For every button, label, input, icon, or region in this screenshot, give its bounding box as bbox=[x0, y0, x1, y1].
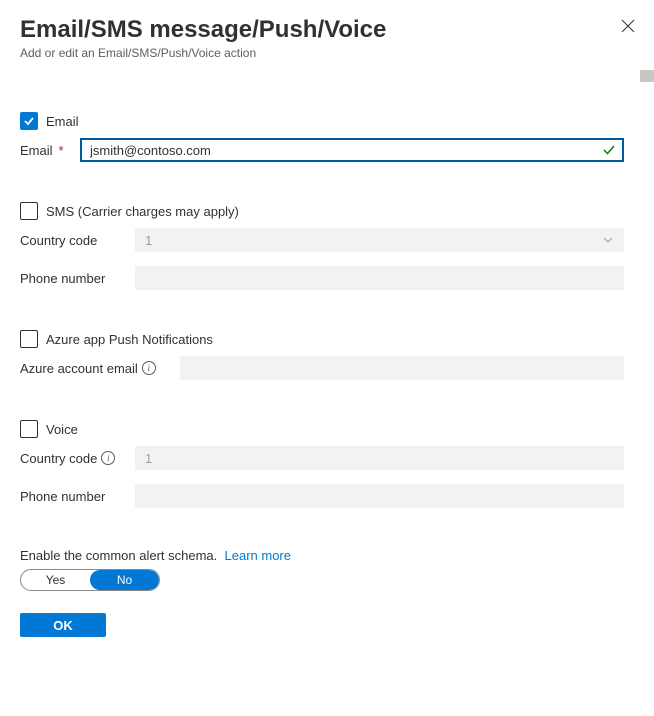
page-title: Email/SMS message/Push/Voice bbox=[20, 16, 634, 44]
sms-section: SMS (Carrier charges may apply) Country … bbox=[20, 202, 624, 290]
push-account-label: Azure account email i bbox=[20, 361, 180, 376]
voice-phone-label: Phone number bbox=[20, 489, 135, 504]
info-icon[interactable]: i bbox=[142, 361, 156, 375]
info-icon[interactable]: i bbox=[101, 451, 115, 465]
checkmark-icon bbox=[23, 115, 35, 127]
scrollbar-track[interactable] bbox=[640, 70, 654, 716]
push-checkbox[interactable] bbox=[20, 330, 38, 348]
chevron-down-icon bbox=[602, 234, 614, 246]
scrollbar-up-indicator bbox=[640, 70, 654, 82]
email-checkbox[interactable] bbox=[20, 112, 38, 130]
close-icon bbox=[621, 19, 635, 33]
push-section: Azure app Push Notifications Azure accou… bbox=[20, 330, 624, 380]
voice-checkbox-label: Voice bbox=[46, 422, 78, 437]
email-input[interactable] bbox=[80, 138, 624, 162]
sms-checkbox[interactable] bbox=[20, 202, 38, 220]
push-checkbox-label: Azure app Push Notifications bbox=[46, 332, 213, 347]
sms-country-code-label: Country code bbox=[20, 233, 135, 248]
voice-checkbox[interactable] bbox=[20, 420, 38, 438]
schema-toggle-yes[interactable]: Yes bbox=[21, 570, 90, 590]
email-field-label: Email* bbox=[20, 143, 80, 158]
email-section: Email Email* bbox=[20, 112, 624, 162]
sms-country-code-select: 1 bbox=[135, 228, 624, 252]
page-subtitle: Add or edit an Email/SMS/Push/Voice acti… bbox=[20, 46, 634, 60]
push-account-input bbox=[180, 356, 624, 380]
valid-check-icon bbox=[602, 143, 616, 157]
email-checkbox-label: Email bbox=[46, 114, 79, 129]
sms-checkbox-label: SMS (Carrier charges may apply) bbox=[46, 204, 239, 219]
voice-section: Voice Country code i Phone number bbox=[20, 420, 624, 508]
voice-country-code-input bbox=[135, 446, 624, 470]
ok-button[interactable]: OK bbox=[20, 613, 106, 637]
sms-country-code-value: 1 bbox=[135, 233, 152, 248]
schema-toggle[interactable]: Yes No bbox=[20, 569, 160, 591]
sms-phone-label: Phone number bbox=[20, 271, 135, 286]
voice-country-code-label: Country code i bbox=[20, 451, 135, 466]
sms-phone-input bbox=[135, 266, 624, 290]
schema-toggle-no[interactable]: No bbox=[90, 570, 159, 590]
required-asterisk: * bbox=[59, 143, 64, 158]
schema-text: Enable the common alert schema. bbox=[20, 548, 217, 563]
learn-more-link[interactable]: Learn more bbox=[225, 548, 291, 563]
close-button[interactable] bbox=[620, 18, 636, 34]
voice-phone-input bbox=[135, 484, 624, 508]
